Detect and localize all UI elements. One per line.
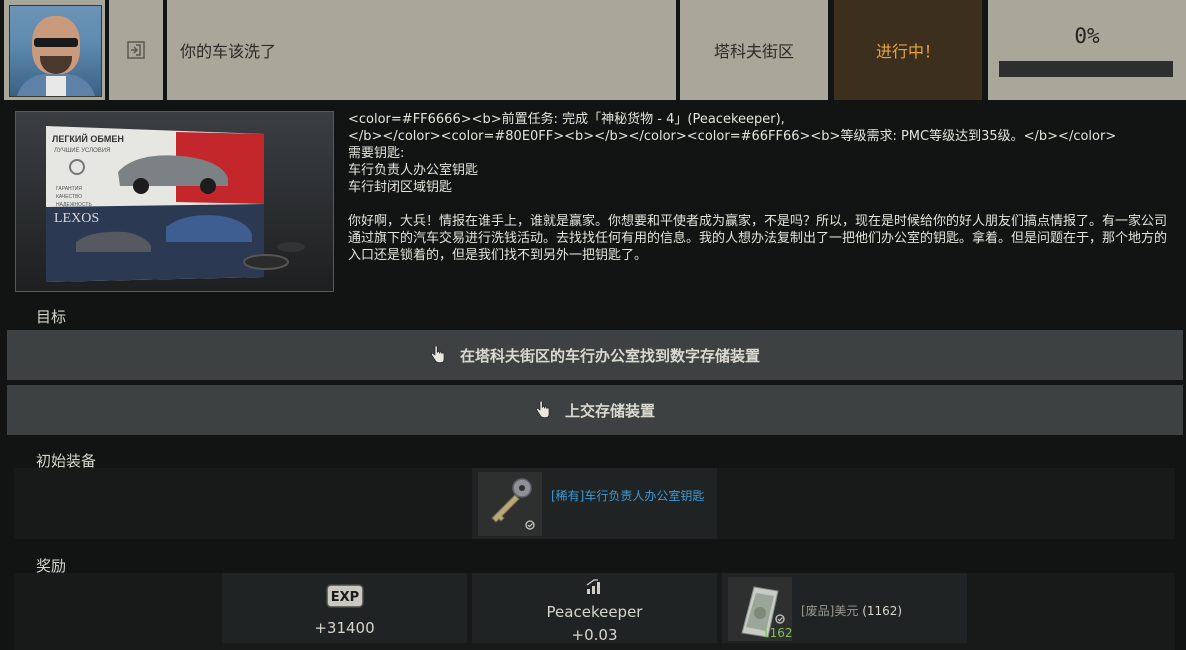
quest-image: ЛЕГКИЙ ОБМЕН ЛУЧШИЕ УСЛОВИЯ ГАРАНТИЯ КАЧ…	[15, 111, 334, 292]
quest-title: 你的车该洗了	[167, 0, 676, 100]
quest-status-text: 进行中！	[875, 42, 940, 61]
money-label: [废品]美元 (1162)	[801, 602, 902, 619]
trader-portrait	[4, 0, 105, 100]
billboard-list-2: КАЧЕСТВО	[56, 194, 82, 200]
objective-text: 上交存储装置	[564, 401, 655, 420]
billboard-headline: ЛЕГКИЙ ОБМЕН	[52, 133, 124, 144]
quest-story-text: 你好啊，大兵！情报在谁手上，谁就是赢家。你想要和平使者成为赢家，不是吗？所以，现…	[348, 214, 1168, 263]
quest-progress: 0%	[988, 0, 1186, 100]
exit-icon	[127, 41, 145, 59]
reward-experience: EXP +31400	[222, 573, 467, 643]
required-key-2: 车行封闭区域钥匙	[348, 180, 453, 195]
exp-badge-text: EXP	[331, 590, 359, 605]
progress-percent: 0%	[1074, 24, 1100, 48]
starting-item-name[interactable]: [稀有]车行负责人办公室钥匙	[551, 489, 721, 504]
billboard-list-3: НАДЕЖНОСТЬ	[56, 202, 92, 208]
objectives-heading: 目标	[36, 308, 67, 326]
quest-level-requirement-line: </b></color><color=#80E0FF><b></b></colo…	[348, 129, 1117, 144]
exp-badge-icon: EXP	[326, 584, 364, 608]
exit-button[interactable]	[109, 0, 163, 100]
quest-location-text: 塔科夫街区	[713, 42, 794, 61]
reward-money[interactable]: 1162 [废品]美元 (1162)	[722, 573, 967, 643]
exp-value: +31400	[314, 619, 375, 637]
required-key-1: 车行负责人办公室钥匙	[348, 163, 479, 178]
money-stack-count: 1162	[762, 626, 793, 640]
dealership-billboard-image: ЛЕГКИЙ ОБМЕН ЛУЧШИЕ УСЛОВИЯ ГАРАНТИЯ КАЧ…	[16, 112, 333, 291]
trader-standing-value: +0.03	[571, 626, 618, 644]
portrait-collar	[46, 76, 66, 96]
billboard-subheadline: ЛУЧШИЕ УСЛОВИЯ	[54, 148, 110, 154]
trader-name: Peacekeeper	[546, 603, 643, 621]
quest-description: <color=#FF6666><b>前置任务: 完成「神秘货物 - 4」(Pea…	[348, 111, 1168, 264]
reward-trader-standing: Peacekeeper +0.03	[472, 573, 717, 644]
required-keys-label: 需要钥匙:	[348, 146, 405, 161]
money-count: (1162)	[862, 604, 903, 618]
portrait-sunglasses	[34, 38, 78, 47]
hand-pointer-icon	[536, 401, 550, 418]
billboard-list-1: ГАРАНТИЯ	[56, 186, 82, 192]
quest-prerequisite-line: <color=#FF6666><b>前置任务: 完成「神秘货物 - 4」(Pea…	[348, 112, 785, 127]
progress-bar	[999, 61, 1173, 77]
standing-chart-icon	[586, 579, 600, 594]
objective-find-storage-device[interactable]: 在塔科夫街区的车行办公室找到数字存储装置	[7, 330, 1183, 380]
objective-hand-over-storage-device[interactable]: 上交存储装置	[7, 385, 1183, 435]
billboard-brand: LEXOS	[54, 211, 99, 226]
quest-location: 塔科夫街区	[680, 0, 828, 100]
hand-pointer-icon	[431, 346, 445, 363]
key-icon	[491, 478, 535, 530]
money-name: [废品]美元	[801, 604, 859, 618]
quest-title-text: 你的车该洗了	[180, 42, 277, 61]
objective-text: 在塔科夫街区的车行办公室找到数字存储装置	[459, 346, 760, 365]
item-slot[interactable]	[478, 472, 542, 536]
money-item-slot[interactable]: 1162	[728, 577, 793, 641]
quest-status-badge: 进行中！	[834, 0, 982, 100]
avatar	[9, 5, 102, 97]
